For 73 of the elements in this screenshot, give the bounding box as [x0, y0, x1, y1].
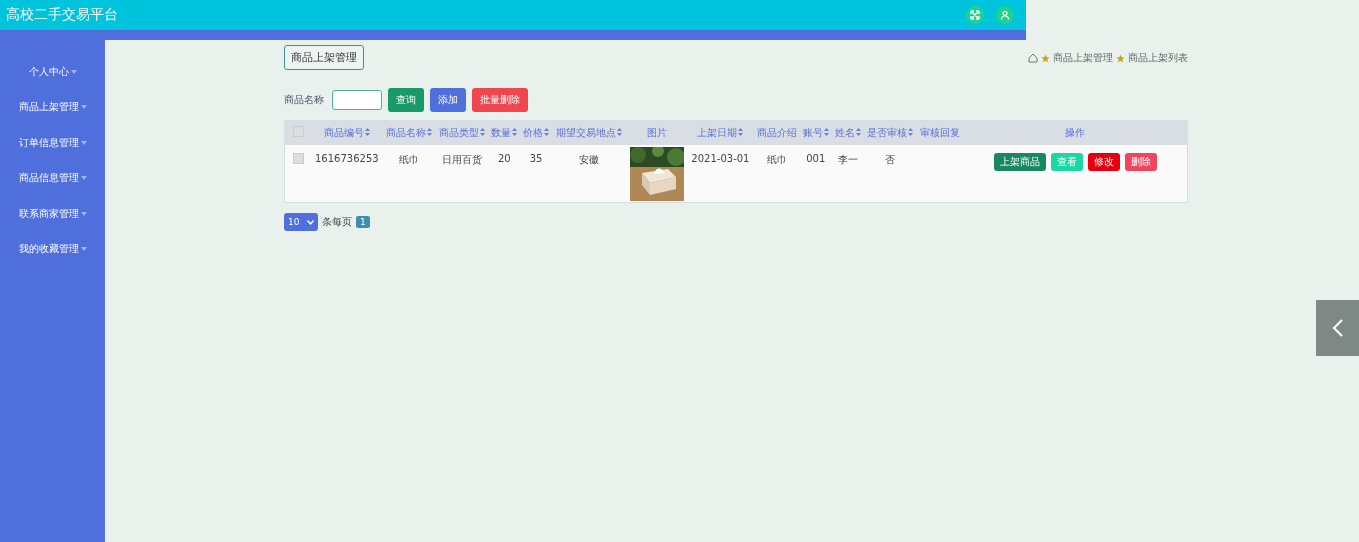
star-icon — [1116, 53, 1125, 63]
table-cell: 李一 — [837, 153, 858, 165]
sidebar-item[interactable]: 商品上架管理 — [0, 89, 105, 125]
caret-icon — [80, 140, 87, 145]
column-header[interactable]: 商品编号 — [323, 126, 370, 138]
site-title: 高校二手交易平台 — [6, 6, 118, 24]
table-cell: 35 — [529, 152, 543, 164]
sort-icon — [823, 127, 829, 136]
sort-icon — [544, 127, 550, 136]
caret-icon — [80, 211, 87, 216]
sort-icon — [512, 127, 518, 136]
breadcrumb-link[interactable]: 商品上架管理 — [1053, 51, 1113, 65]
toolbar-button[interactable]: 批量删除 — [472, 88, 528, 112]
star-icon — [1041, 53, 1050, 63]
toolbar-button[interactable]: 添加 — [430, 88, 466, 112]
column-header[interactable]: 姓名 — [834, 126, 861, 138]
caret-icon — [80, 247, 87, 252]
column-header[interactable]: 商品名称 — [386, 126, 433, 138]
page-size-select[interactable]: 10 — [284, 213, 318, 231]
toolbar-button[interactable]: 查询 — [388, 88, 424, 112]
chevron-icon — [307, 219, 314, 225]
sort-icon — [907, 127, 913, 136]
row-action-button[interactable]: 删除 — [1124, 152, 1157, 171]
column-header[interactable]: 期望交易地点 — [556, 126, 623, 138]
row-action-button[interactable]: 上架商品 — [993, 152, 1046, 171]
row-checkbox[interactable] — [292, 152, 304, 164]
sidebar-item[interactable]: 联系商家管理 — [0, 196, 105, 232]
table-cell: 20 — [498, 152, 511, 164]
table-cell: 纸巾 — [399, 153, 420, 165]
table-cell: 2021-03-01 — [691, 152, 750, 164]
page-size-label: 条每页 — [322, 215, 352, 229]
user-icon[interactable] — [996, 6, 1014, 24]
table-cell: 001 — [806, 152, 826, 164]
sort-icon — [617, 127, 623, 136]
fullscreen-icon[interactable] — [966, 6, 984, 24]
page-button[interactable]: 1 — [356, 216, 370, 228]
sort-icon — [738, 127, 744, 136]
table-cell: 否 — [884, 153, 895, 165]
column-header[interactable]: 审核回复 — [919, 126, 960, 138]
sidebar-item[interactable]: 订单信息管理 — [0, 125, 105, 161]
row-action-button[interactable]: 查看 — [1050, 152, 1083, 171]
sidebar-item[interactable]: 商品信息管理 — [0, 160, 105, 196]
sidebar-item[interactable]: 我的收藏管理 — [0, 231, 105, 267]
column-header[interactable]: 上架日期 — [697, 126, 744, 138]
table-cell: 日用百货 — [442, 153, 482, 165]
row-action-button[interactable]: 修改 — [1087, 152, 1120, 171]
sort-icon — [427, 127, 433, 136]
select-all-checkbox[interactable] — [292, 126, 304, 138]
sort-icon — [480, 127, 485, 136]
column-header[interactable]: 操作 — [1065, 126, 1085, 138]
table-cell: 安徽 — [579, 153, 600, 165]
home-icon[interactable] — [1028, 53, 1038, 63]
column-header[interactable]: 商品类型 — [439, 126, 485, 138]
sort-icon — [364, 127, 370, 136]
column-header[interactable]: 数量 — [491, 126, 518, 138]
column-header[interactable]: 价格 — [523, 126, 550, 138]
page-title: 商品上架管理 — [284, 45, 364, 70]
chevron-left-icon — [1331, 318, 1344, 338]
breadcrumb-link[interactable]: 商品上架列表 — [1128, 51, 1188, 65]
search-label: 商品名称 — [284, 93, 324, 107]
sidebar-item[interactable]: 个人中心 — [0, 54, 105, 90]
table-cell: 纸巾 — [766, 153, 787, 165]
sort-icon — [855, 127, 861, 136]
column-header[interactable]: 图片 — [646, 126, 667, 138]
collapse-tab[interactable] — [1316, 300, 1359, 356]
caret-icon — [70, 69, 77, 74]
column-header[interactable]: 账号 — [802, 126, 829, 138]
table-cell: 1616736253 — [315, 152, 379, 164]
column-header[interactable]: 是否审核 — [866, 126, 913, 138]
caret-icon — [80, 105, 87, 110]
caret-icon — [80, 176, 87, 181]
search-field[interactable] — [332, 90, 382, 110]
column-header[interactable]: 商品介绍 — [756, 126, 797, 138]
